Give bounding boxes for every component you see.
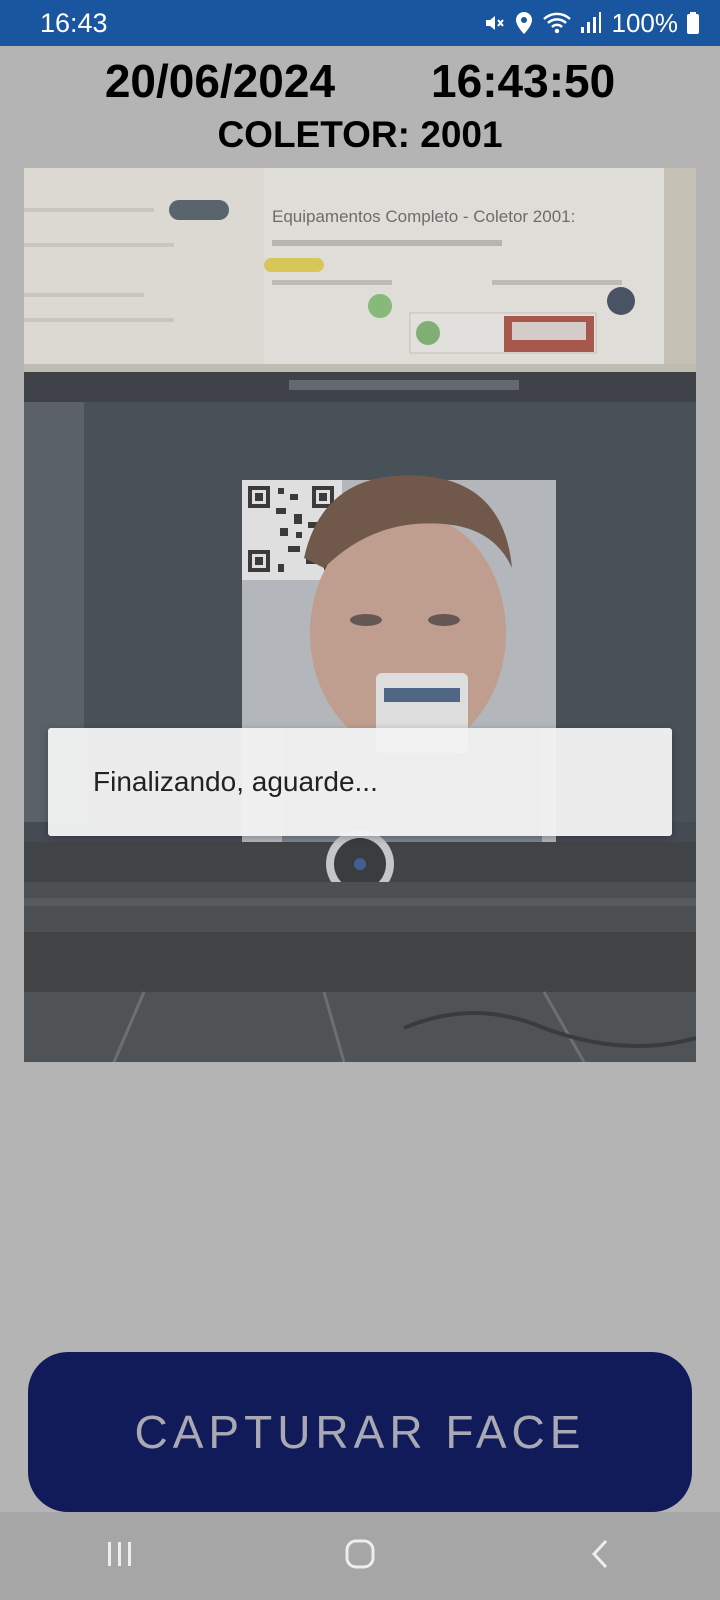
status-time: 16:43 [40,7,108,38]
collector-label: COLETOR: 2001 [217,114,503,155]
camera-frame-image: Equipamentos Completo - Coletor 2001: [24,168,696,1062]
progress-dialog: Finalizando, aguarde... [48,728,672,836]
home-button[interactable] [320,1526,400,1586]
home-icon [344,1538,376,1575]
recent-apps-button[interactable] [80,1526,160,1586]
camera-preview: Equipamentos Completo - Coletor 2001: [24,168,696,1062]
location-icon [514,11,534,35]
mute-icon [482,11,506,35]
current-date: 20/06/2024 [104,55,336,107]
battery-percent: 100% [611,7,679,38]
battery-icon [686,11,700,35]
status-bar: 16:43 100% [0,0,720,46]
back-button[interactable] [560,1526,640,1586]
status-icons: 100% [482,8,701,39]
signal-icon [580,11,602,35]
current-time: 16:43:50 [431,55,616,107]
capture-face-button[interactable]: CAPTURAR FACE [28,1352,692,1512]
navigation-bar [0,1512,720,1600]
date-time-row: 20/06/2024 16:43:50 [0,54,720,110]
wifi-icon [542,11,572,35]
screen-heading: Equipamentos Completo - Coletor 2001: [272,207,575,226]
back-icon [588,1538,612,1575]
recent-apps-icon [105,1540,135,1573]
dialog-message: Finalizando, aguarde... [93,766,378,797]
